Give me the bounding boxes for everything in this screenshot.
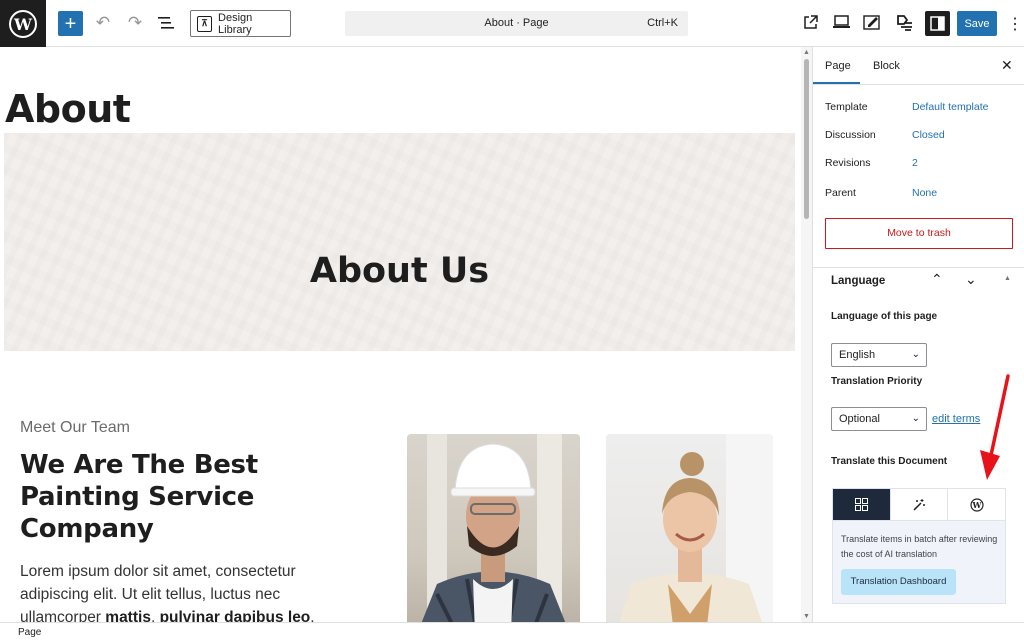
external-view-icon (803, 14, 818, 29)
body-bold-text: mattis (105, 609, 151, 622)
list-view-icon (158, 17, 174, 29)
svg-text:W: W (13, 15, 33, 34)
body-text: , (150, 609, 160, 622)
discussion-link[interactable]: Closed (912, 129, 945, 141)
editor-toolbar: W + ↶ ↷ ⊼ Design Library About · Page Ct… (0, 0, 1024, 47)
settings-sidebar: Page Block ✕ Template Default template D… (812, 47, 1024, 622)
device-preview-icon (832, 15, 850, 28)
hero-title[interactable]: About Us (4, 251, 795, 291)
team-photo-worker[interactable] (407, 434, 580, 622)
divider (813, 267, 1024, 268)
svg-text:W: W (971, 500, 982, 510)
plugin-button[interactable] (894, 12, 916, 34)
redo-button[interactable]: ↷ (126, 12, 144, 34)
priority-select[interactable]: Optional ⌄ (831, 407, 927, 431)
body-bold-text: pulvinar dapibus leo (159, 609, 311, 622)
language-label: Language of this page (831, 311, 938, 322)
property-label: Revisions (825, 157, 871, 169)
scroll-thumb[interactable] (804, 59, 809, 219)
tab-block[interactable]: Block (873, 60, 900, 72)
priority-label: Translation Priority (831, 376, 923, 387)
magic-wand-icon (913, 498, 925, 511)
tab-wordpress-editor[interactable]: W (948, 489, 1005, 520)
parent-link[interactable]: None (912, 187, 937, 199)
plus-icon: + (64, 12, 77, 35)
page-title[interactable]: About (5, 87, 131, 131)
wordpress-icon: W (970, 497, 984, 512)
redo-icon: ↷ (127, 13, 143, 32)
design-library-button[interactable]: ⊼ Design Library (190, 10, 291, 37)
command-palette-bar[interactable]: About · Page Ctrl+K (345, 11, 688, 36)
device-preview-button[interactable] (832, 14, 850, 30)
translation-method-tabs: W (833, 489, 1005, 521)
active-tab-indicator (813, 82, 860, 84)
move-up-icon[interactable]: ⌃ (931, 271, 943, 288)
plugin-icon (897, 15, 912, 31)
revisions-link[interactable]: 2 (912, 157, 918, 169)
edit-icon (863, 15, 880, 30)
tab-page[interactable]: Page (825, 60, 851, 72)
translation-help-text: Translate items in batch after reviewing… (841, 534, 998, 559)
property-label: Parent (825, 187, 856, 199)
property-label: Discussion (825, 129, 876, 141)
tab-ai-translate[interactable] (891, 489, 949, 520)
editor-canvas[interactable]: About About Us Meet Our Team We Are The … (0, 47, 801, 622)
grid-icon (854, 498, 868, 511)
shortcut-hint: Ctrl+K (647, 17, 678, 29)
canvas-scrollbar[interactable]: ▲ ▼ (801, 47, 812, 622)
collapse-toggle-icon[interactable]: ▲ (1004, 275, 1011, 282)
edit-mode-button[interactable] (862, 13, 882, 31)
more-options-icon[interactable]: ⋮ (1007, 13, 1023, 35)
tab-batch-translate[interactable] (833, 489, 891, 520)
scroll-up-arrow-icon[interactable]: ▲ (803, 49, 810, 56)
edit-terms-link[interactable]: edit terms (932, 413, 980, 425)
move-down-icon[interactable]: ⌄ (965, 271, 977, 288)
scroll-down-arrow-icon[interactable]: ▼ (803, 613, 810, 620)
property-label: Template (825, 101, 868, 113)
chevron-down-icon: ⌄ (911, 349, 920, 360)
document-title: About · Page (484, 17, 549, 29)
settings-icon (930, 16, 945, 31)
close-icon[interactable]: ✕ (1001, 57, 1013, 74)
language-select[interactable]: English ⌄ (831, 343, 927, 367)
sidebar-tabs: Page Block ✕ (813, 47, 1024, 85)
design-library-icon: ⊼ (197, 15, 213, 32)
translate-label: Translate this Document (831, 456, 948, 467)
language-value: English (839, 349, 876, 361)
move-to-trash-button[interactable]: Move to trash (825, 218, 1013, 249)
settings-toggle-button[interactable] (925, 11, 950, 36)
chevron-down-icon: ⌄ (911, 413, 920, 424)
section-heading[interactable]: We Are The Best Painting Service Company (20, 449, 320, 545)
add-block-button[interactable]: + (58, 11, 83, 36)
priority-value: Optional (839, 413, 880, 425)
template-link[interactable]: Default template (912, 101, 988, 113)
save-button[interactable]: Save (957, 11, 997, 36)
hero-cover-block[interactable]: About Us (4, 133, 795, 351)
editor-footer: Page (0, 622, 1024, 641)
translation-options-box: W Translate items in batch after reviewi… (832, 488, 1006, 604)
breadcrumb[interactable]: Page (18, 627, 41, 638)
wordpress-logo-icon[interactable]: W (0, 0, 46, 47)
section-eyebrow[interactable]: Meet Our Team (20, 419, 130, 437)
undo-icon: ↶ (95, 13, 111, 32)
team-photo-woman[interactable] (606, 434, 773, 622)
translation-dashboard-button[interactable]: Translation Dashboard (841, 569, 956, 595)
language-panel-heading[interactable]: Language (831, 275, 885, 287)
design-library-label: Design Library (218, 11, 253, 36)
undo-button[interactable]: ↶ (94, 12, 112, 34)
body-paragraph[interactable]: Lorem ipsum dolor sit amet, consectetur … (20, 560, 330, 622)
list-view-button[interactable] (157, 13, 175, 33)
view-page-button[interactable] (802, 14, 818, 30)
